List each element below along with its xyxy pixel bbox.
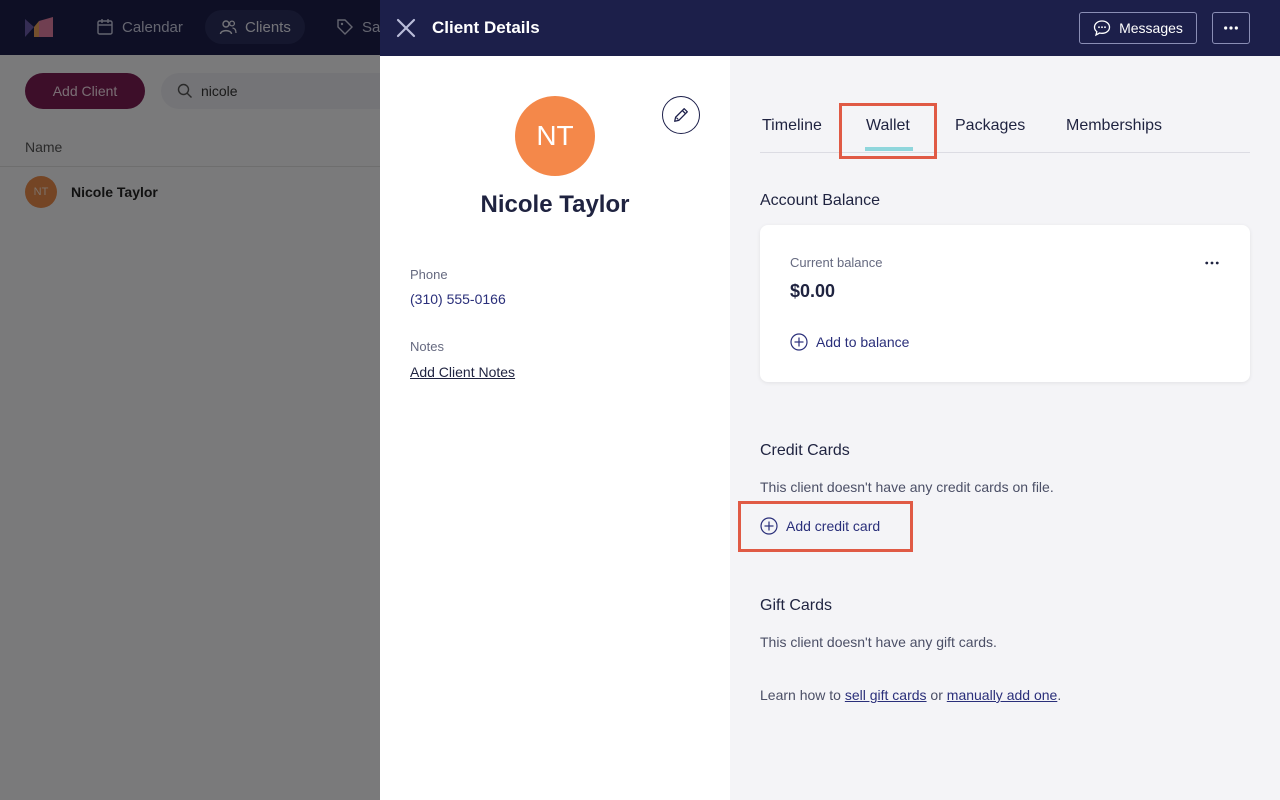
- wallet-panel: Timeline Wallet Packages Memberships Acc…: [730, 56, 1280, 800]
- account-balance-title: Account Balance: [760, 192, 881, 209]
- phone-value[interactable]: (310) 555-0166: [410, 291, 506, 307]
- notes-label: Notes: [410, 339, 444, 354]
- learn-middle: or: [926, 687, 947, 703]
- learn-suffix: .: [1057, 687, 1062, 703]
- add-to-balance-button[interactable]: Add to balance: [790, 333, 909, 351]
- messages-label: Messages: [1119, 20, 1183, 36]
- add-client-notes-link[interactable]: Add Client Notes: [410, 364, 515, 380]
- gift-cards-title: Gift Cards: [760, 597, 833, 614]
- credit-cards-empty-text: This client doesn't have any credit card…: [760, 479, 1054, 495]
- gift-cards-empty-text: This client doesn't have any gift cards.: [760, 634, 997, 650]
- client-avatar: NT: [515, 96, 595, 176]
- chat-bubble-icon: [1093, 20, 1111, 37]
- tab-memberships[interactable]: Memberships: [1066, 117, 1162, 135]
- manually-add-gift-card-link[interactable]: manually add one: [947, 687, 1058, 703]
- drawer-title: Client Details: [432, 18, 540, 37]
- pencil-icon: [674, 108, 688, 122]
- client-profile-panel: NT Nicole Taylor Phone (310) 555-0166 No…: [380, 56, 730, 800]
- tab-bar: Timeline Wallet Packages Memberships: [760, 106, 1250, 153]
- close-icon[interactable]: [394, 16, 418, 40]
- add-to-balance-label: Add to balance: [816, 334, 910, 350]
- balance-card: Current balance $0.00 Add to balance: [760, 225, 1250, 382]
- messages-button[interactable]: Messages: [1079, 12, 1197, 44]
- ellipsis-icon: [1224, 26, 1238, 30]
- plus-circle-icon: [790, 333, 808, 351]
- sell-gift-cards-link[interactable]: sell gift cards: [845, 687, 927, 703]
- tab-packages[interactable]: Packages: [955, 117, 1025, 135]
- gift-cards-help-text: Learn how to sell gift cards or manually…: [760, 687, 1061, 703]
- tab-timeline[interactable]: Timeline: [762, 117, 822, 135]
- wallet-tab-highlight: [839, 103, 937, 159]
- more-options-button[interactable]: [1212, 12, 1250, 44]
- add-credit-card-highlight: [738, 501, 913, 552]
- phone-label: Phone: [410, 267, 448, 282]
- current-balance-label: Current balance: [790, 255, 883, 270]
- learn-prefix: Learn how to: [760, 687, 845, 703]
- edit-client-button[interactable]: [662, 96, 700, 134]
- drawer-header: Client Details Messages: [380, 0, 1280, 56]
- ellipsis-icon: [1205, 261, 1219, 265]
- client-details-drawer: Client Details Messages NT Nicole Taylor…: [380, 0, 1280, 800]
- client-name: Nicole Taylor: [480, 191, 630, 218]
- current-balance-amount: $0.00: [790, 281, 836, 301]
- credit-cards-title: Credit Cards: [760, 442, 850, 459]
- balance-options-button[interactable]: [1200, 255, 1224, 271]
